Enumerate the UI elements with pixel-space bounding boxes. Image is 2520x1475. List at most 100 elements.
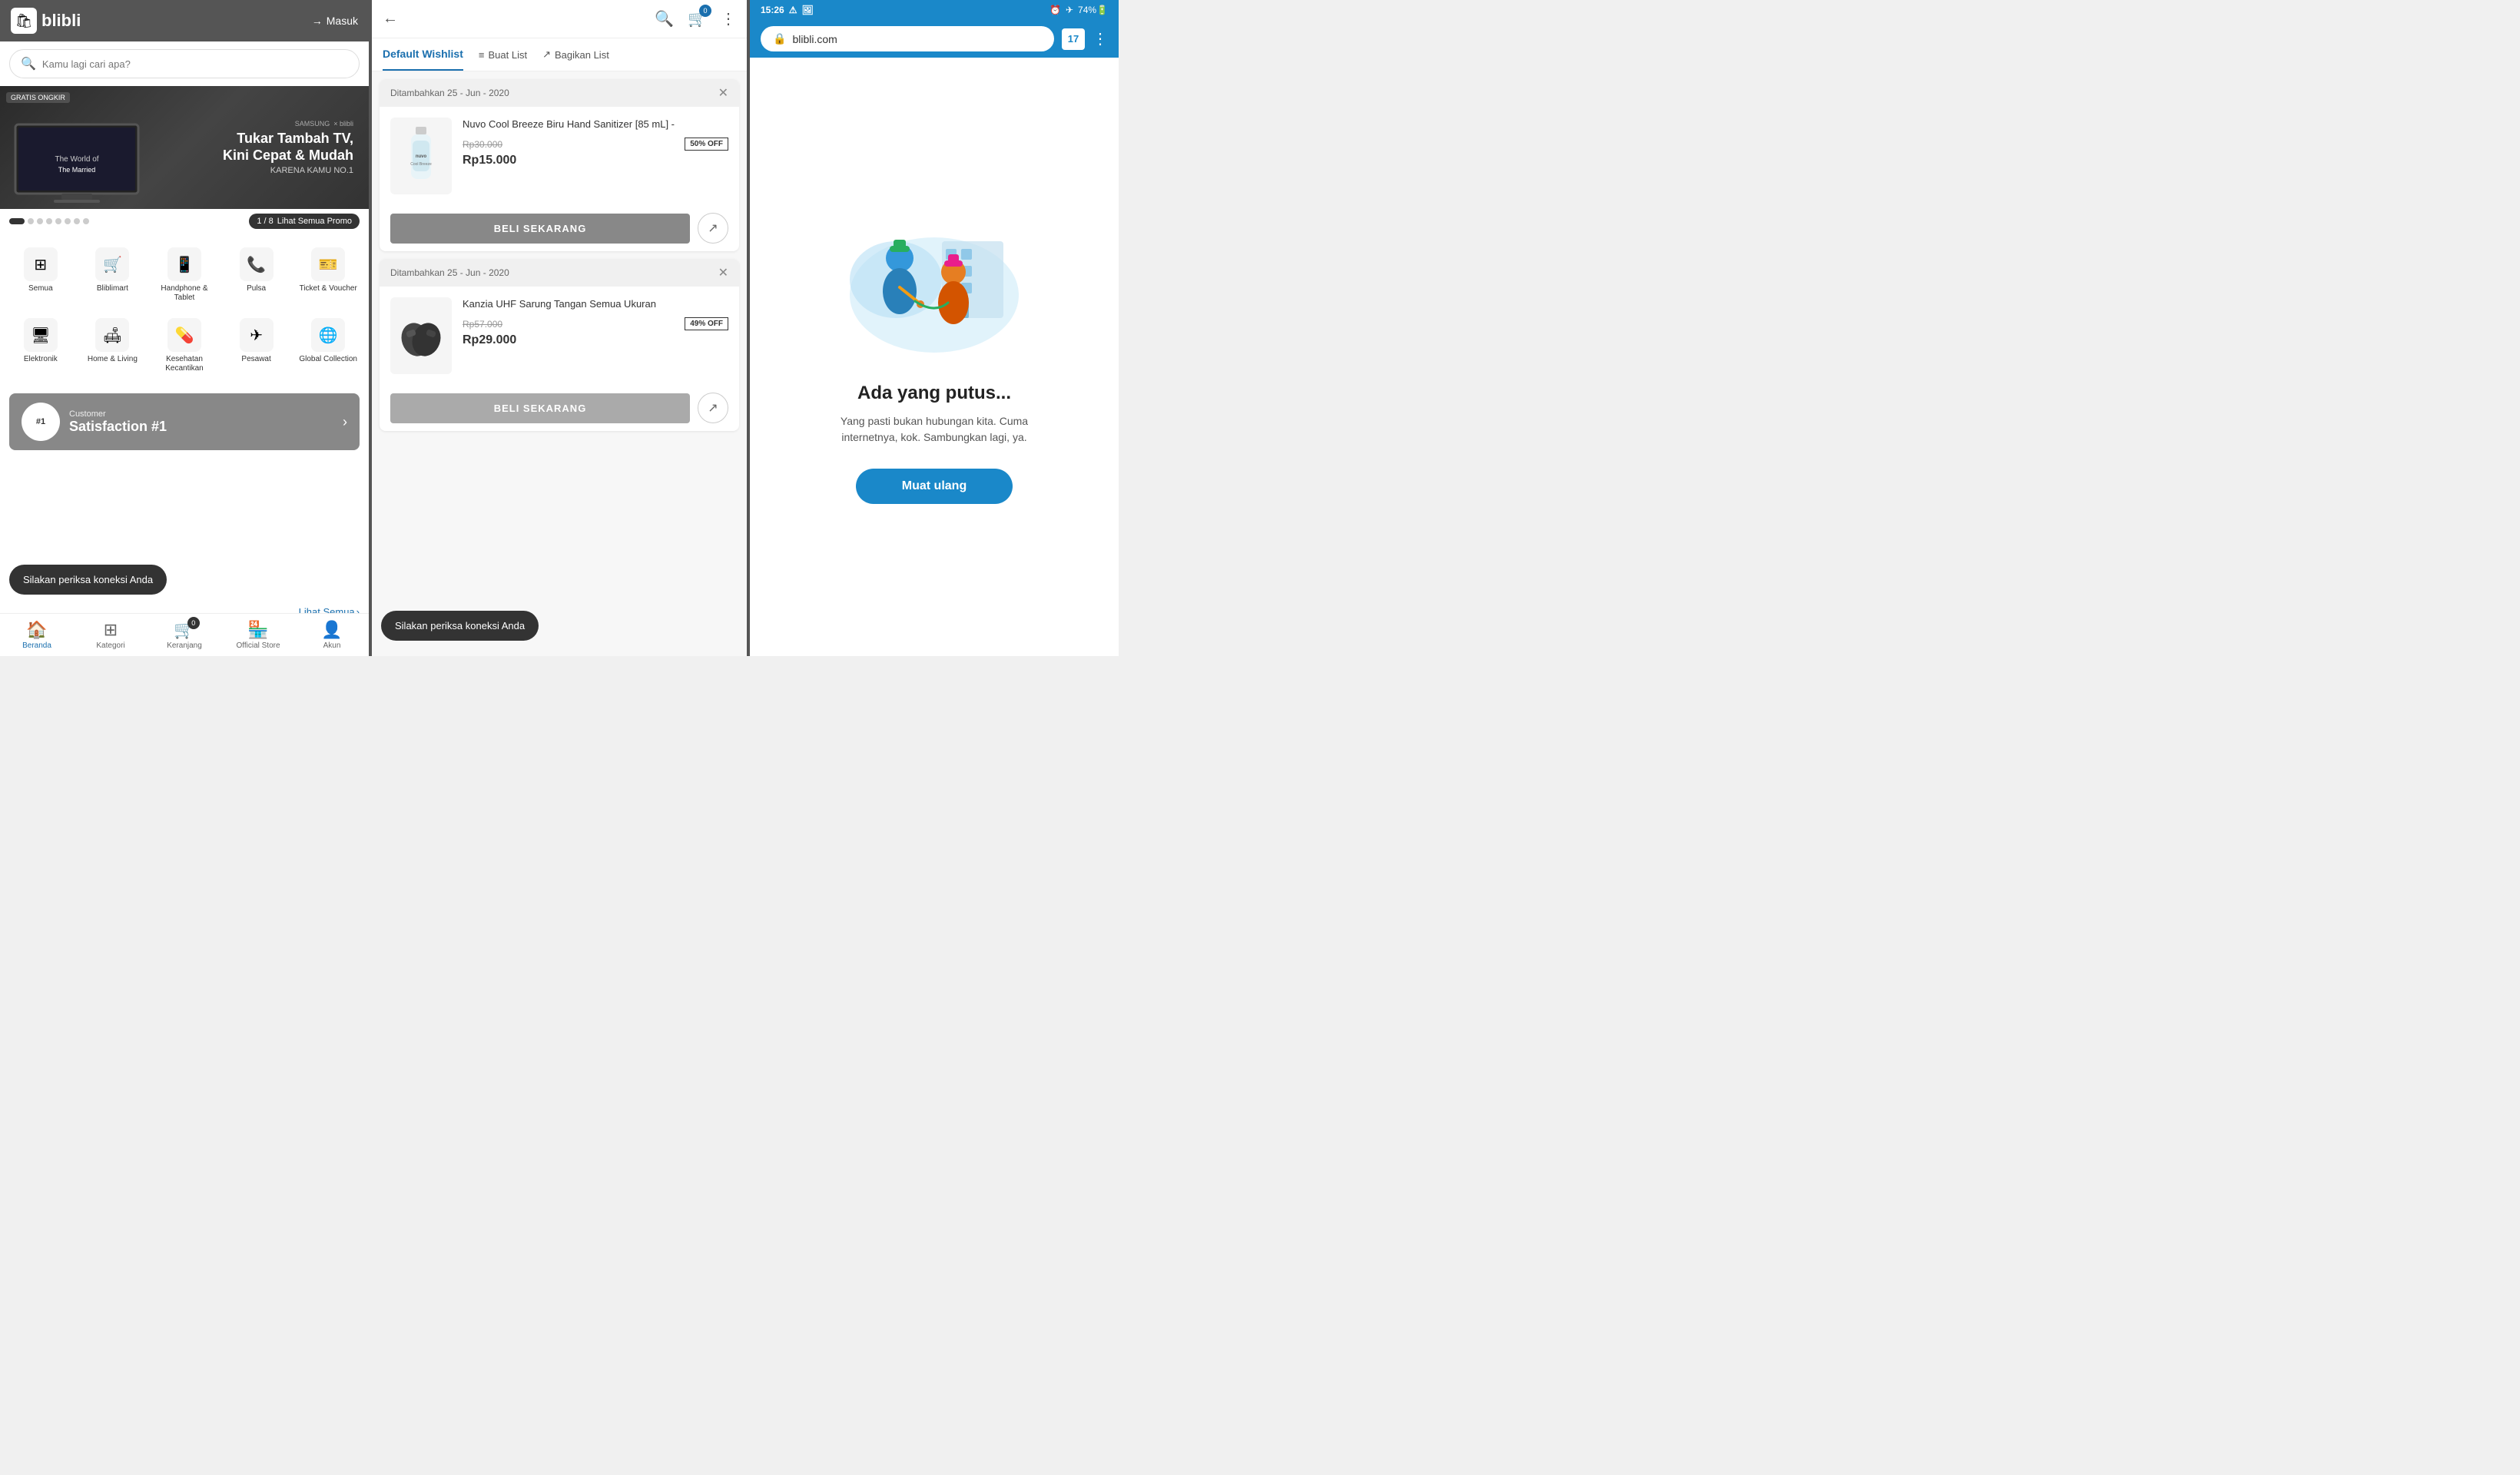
bagikan-list-button[interactable]: ↗ Bagikan List xyxy=(542,41,609,68)
discount-badge-1: 50% OFF xyxy=(685,138,728,151)
panel2-toast: Silakan periksa koneksi Anda xyxy=(381,611,539,641)
cart-button[interactable]: 🛒 0 xyxy=(688,9,707,28)
global-label: Global Collection xyxy=(299,355,357,364)
dot-1[interactable] xyxy=(9,218,25,224)
reload-button[interactable]: Muat ulang xyxy=(856,469,1013,504)
search-input[interactable] xyxy=(42,58,348,70)
product-info-2: Kanzia UHF Sarung Tangan Semua Ukuran Rp… xyxy=(463,297,728,374)
global-icon: 🌐 xyxy=(311,318,345,352)
category-semua[interactable]: ⊞ Semua xyxy=(6,241,75,309)
search-button[interactable]: 🔍 xyxy=(655,9,674,28)
dot-4[interactable] xyxy=(46,218,52,224)
category-grid: ⊞ Semua 🛒 Bliblimart 📱 Handphone & Table… xyxy=(0,241,369,380)
url-bar[interactable]: 🔒 blibli.com xyxy=(761,26,1054,51)
banner-subtitle: Kini Cepat & Mudah xyxy=(223,148,353,164)
product-image-1: nuvo Cool Breeze xyxy=(390,118,452,194)
category-pulsa[interactable]: 📞 Pulsa xyxy=(222,241,291,309)
free-shipping-badge: GRATIS ONGKIR xyxy=(6,92,70,103)
category-handphone[interactable]: 📱 Handphone & Tablet xyxy=(150,241,219,309)
search-bar[interactable]: 🔍 xyxy=(9,49,360,78)
price-row-2: Rp57.000 49% OFF xyxy=(463,317,728,330)
wishlist-card-1: Ditambahkan 25 - Jun - 2020 ✕ nuvo Cool … xyxy=(380,79,739,251)
wishlist-header-actions: 🔍 🛒 0 ⋮ xyxy=(655,9,736,28)
bottom-navigation: 🏠 Beranda ⊞ Kategori 🛒 0 Keranjang 🏪 Off… xyxy=(0,613,369,656)
category-section: ⊞ Semua 🛒 Bliblimart 📱 Handphone & Table… xyxy=(0,234,369,387)
home-living-icon: 🛋 xyxy=(95,318,129,352)
search-container: 🔍 xyxy=(0,41,369,86)
tab-default-wishlist[interactable]: Default Wishlist xyxy=(383,38,463,71)
dot-7[interactable] xyxy=(74,218,80,224)
date-added-2: Ditambahkan 25 - Jun - 2020 xyxy=(390,267,509,278)
share-button-1[interactable]: ↗ xyxy=(698,213,728,244)
wishlist-header: ← 🔍 🛒 0 ⋮ xyxy=(372,0,747,38)
svg-text:The Married: The Married xyxy=(58,166,96,174)
close-card-2-icon[interactable]: ✕ xyxy=(718,265,728,280)
beli-sekarang-button-1[interactable]: BELI SEKARANG xyxy=(390,214,690,244)
back-button[interactable]: ← xyxy=(383,10,398,28)
category-ticket[interactable]: 🎫 Ticket & Voucher xyxy=(293,241,363,309)
beli-sekarang-button-2[interactable]: BELI SEKARANG xyxy=(390,393,690,423)
category-bliblimart[interactable]: 🛒 Bliblimart xyxy=(78,241,148,309)
satisfaction-icon: #1 xyxy=(22,403,60,441)
dot-6[interactable] xyxy=(65,218,71,224)
time-display: 15:26 xyxy=(761,5,784,15)
sale-price-1: Rp15.000 xyxy=(463,154,728,167)
banner-tagline: KARENA KAMU NO.1 xyxy=(223,166,353,175)
dot-8[interactable] xyxy=(83,218,89,224)
ticket-icon: 🎫 xyxy=(311,247,345,281)
satisfaction-banner[interactable]: #1 Customer Satisfaction #1 › xyxy=(9,393,360,450)
buat-list-button[interactable]: ≡ Buat List xyxy=(479,41,527,68)
category-kesehatan[interactable]: 💊 Kesehatan Kecantikan xyxy=(150,312,219,380)
warning-icon: ⚠ xyxy=(789,5,797,15)
browser-menu-icon[interactable]: ⋮ xyxy=(1093,29,1108,48)
home-living-label: Home & Living xyxy=(88,355,138,364)
more-button[interactable]: ⋮ xyxy=(721,9,736,28)
share-button-2[interactable]: ↗ xyxy=(698,393,728,423)
nav-akun[interactable]: 👤 Akun xyxy=(295,614,369,656)
sale-price-2: Rp29.000 xyxy=(463,333,728,347)
login-button[interactable]: → Masuk xyxy=(312,15,358,27)
nav-beranda[interactable]: 🏠 Beranda xyxy=(0,614,74,656)
kesehatan-icon: 💊 xyxy=(167,318,201,352)
tab-count-button[interactable]: 17 xyxy=(1062,28,1085,50)
nav-official-store[interactable]: 🏪 Official Store xyxy=(221,614,295,656)
list-icon: ≡ xyxy=(479,49,485,61)
elektronik-label: Elektronik xyxy=(24,355,58,364)
wishlist-card-1-body: nuvo Cool Breeze Nuvo Cool Breeze Biru H… xyxy=(380,107,739,205)
pulsa-icon: 📞 xyxy=(240,247,274,281)
category-pesawat[interactable]: ✈ Pesawat xyxy=(222,312,291,380)
wishlist-items-list: Ditambahkan 25 - Jun - 2020 ✕ nuvo Cool … xyxy=(372,71,747,656)
promo-counter[interactable]: 1 / 8 Lihat Semua Promo xyxy=(249,214,360,229)
product-image-2 xyxy=(390,297,452,374)
dot-3[interactable] xyxy=(37,218,43,224)
banner-dots: 1 / 8 Lihat Semua Promo xyxy=(0,209,369,234)
bottle-illustration: nuvo Cool Breeze xyxy=(402,125,440,187)
category-global[interactable]: 🌐 Global Collection xyxy=(293,312,363,380)
nav-keranjang[interactable]: 🛒 0 Keranjang xyxy=(148,614,221,656)
wishlist-card-1-footer: BELI SEKARANG ↗ xyxy=(380,205,739,251)
panel-blibli-app: 🛍 blibli → Masuk 🔍 The World of The Marr… xyxy=(0,0,369,656)
wishlist-card-2-header: Ditambahkan 25 - Jun - 2020 ✕ xyxy=(380,259,739,287)
banner-area: The World of The Married SAMSUNG × blibl… xyxy=(0,86,369,209)
banner-title: Tukar Tambah TV, xyxy=(223,131,353,148)
dot-5[interactable] xyxy=(55,218,61,224)
wishlist-card-2: Ditambahkan 25 - Jun - 2020 ✕ Kanzia UHF… xyxy=(380,259,739,431)
wishlist-card-2-body: Kanzia UHF Sarung Tangan Semua Ukuran Rp… xyxy=(380,287,739,385)
dot-2[interactable] xyxy=(28,218,34,224)
tv-illustration: The World of The Married xyxy=(8,117,146,209)
category-home-living[interactable]: 🛋 Home & Living xyxy=(78,312,148,380)
semua-label: Semua xyxy=(28,284,53,293)
discount-badge-2: 49% OFF xyxy=(685,317,728,330)
category-elektronik[interactable]: 🖥 Elektronik xyxy=(6,312,75,380)
nav-kategori[interactable]: ⊞ Kategori xyxy=(74,614,148,656)
product-info-1: Nuvo Cool Breeze Biru Hand Sanitizer [85… xyxy=(463,118,728,194)
share-icon: ↗ xyxy=(542,48,551,61)
semua-icon: ⊞ xyxy=(24,247,58,281)
search-icon: 🔍 xyxy=(21,56,36,71)
close-card-1-icon[interactable]: ✕ xyxy=(718,85,728,101)
banner-text: SAMSUNG × blibli Tukar Tambah TV, Kini C… xyxy=(223,120,353,175)
satisfaction-label: Customer xyxy=(69,409,167,419)
home-icon: 🏠 xyxy=(26,620,47,640)
kesehatan-label: Kesehatan Kecantikan xyxy=(153,355,216,373)
pesawat-label: Pesawat xyxy=(241,355,270,364)
